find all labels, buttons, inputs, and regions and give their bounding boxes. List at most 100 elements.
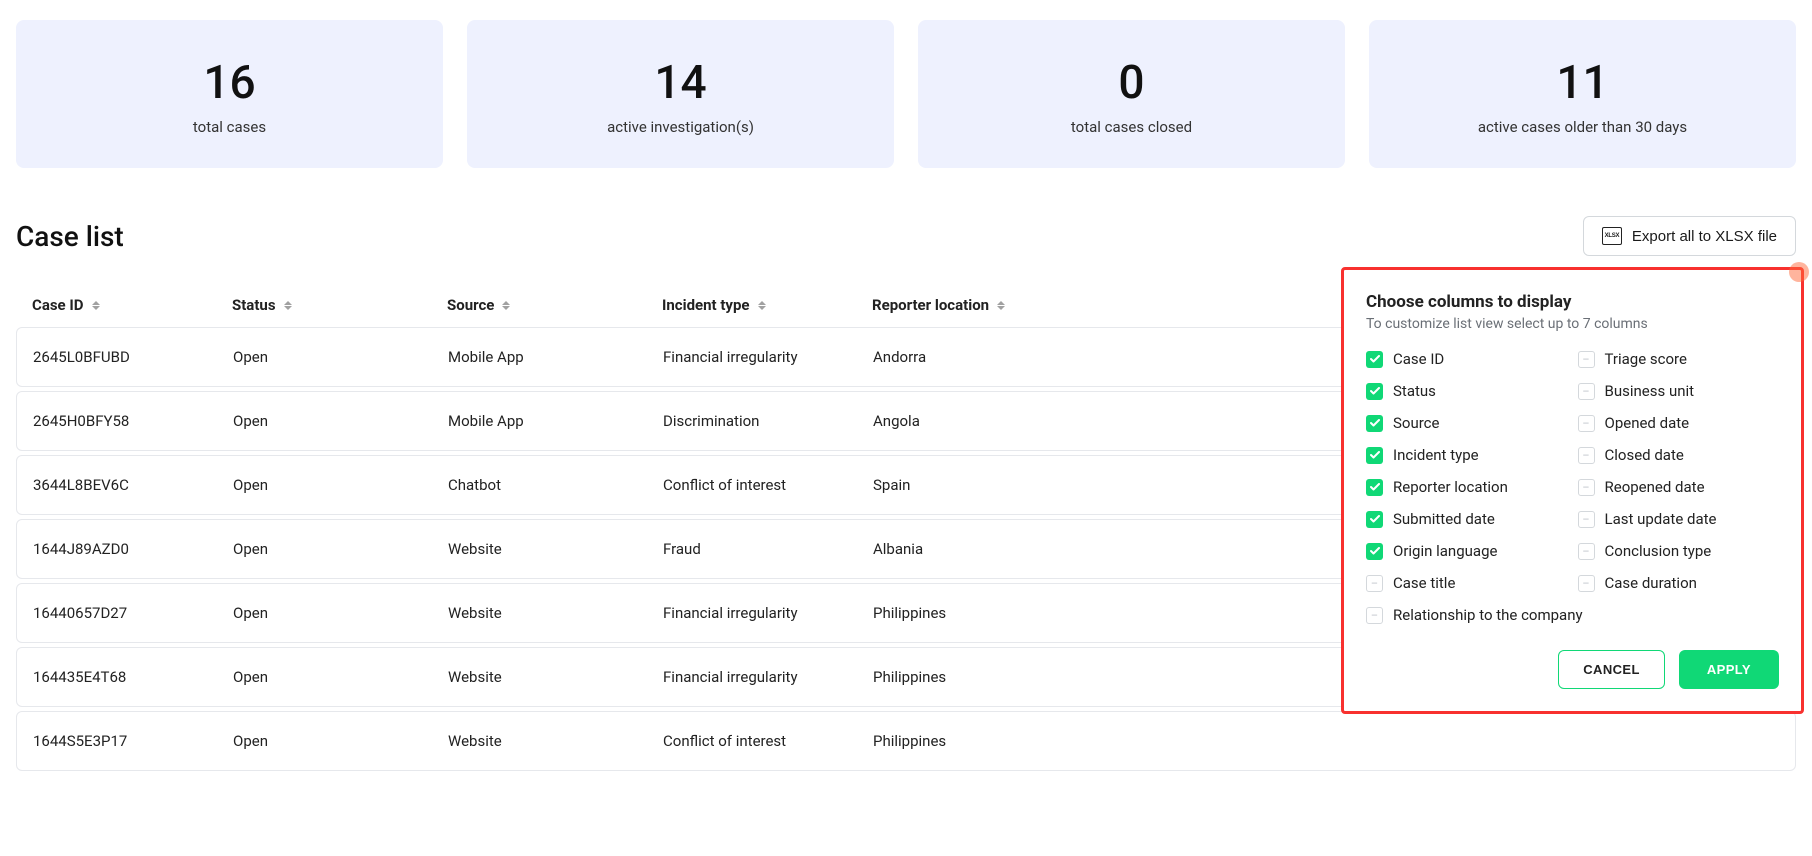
- popup-title: Choose columns to display: [1366, 292, 1779, 312]
- checkbox-unchecked-icon: –: [1578, 511, 1595, 528]
- column-label: Incident type: [662, 296, 750, 314]
- stats-row: 16 total cases 14 active investigation(s…: [16, 20, 1796, 168]
- sort-icon: [284, 301, 292, 310]
- apply-button[interactable]: APPLY: [1679, 650, 1779, 689]
- column-header-incident-type[interactable]: Incident type: [662, 296, 872, 314]
- cell-source: Website: [448, 732, 663, 750]
- stat-label: total cases: [36, 118, 423, 136]
- table-row[interactable]: 1644S5E3P17OpenWebsiteConflict of intere…: [16, 711, 1796, 771]
- column-option[interactable]: –Case title: [1366, 574, 1568, 592]
- column-option[interactable]: –Triage score: [1578, 350, 1780, 368]
- export-xlsx-button[interactable]: XLSX Export all to XLSX file: [1583, 216, 1796, 256]
- cell-reporter-location: Philippines: [873, 668, 1108, 686]
- checkbox-unchecked-icon: –: [1366, 607, 1383, 624]
- cell-reporter-location: Albania: [873, 540, 1108, 558]
- column-option[interactable]: –Reopened date: [1578, 478, 1780, 496]
- column-option[interactable]: –Closed date: [1578, 446, 1780, 464]
- sort-icon: [997, 301, 1005, 310]
- option-label: Origin language: [1393, 542, 1497, 560]
- cell-source: Website: [448, 604, 663, 622]
- option-label: Triage score: [1605, 350, 1687, 368]
- option-label: Closed date: [1605, 446, 1684, 464]
- option-label: Conclusion type: [1605, 542, 1712, 560]
- cell-source: Website: [448, 668, 663, 686]
- option-label: Status: [1393, 382, 1436, 400]
- column-option[interactable]: Case ID: [1366, 350, 1568, 368]
- cell-case-id: 164435E4T68: [33, 668, 233, 686]
- option-label: Last update date: [1605, 510, 1717, 528]
- stat-card-older-30: 11 active cases older than 30 days: [1369, 20, 1796, 168]
- stat-card-closed: 0 total cases closed: [918, 20, 1345, 168]
- cell-incident-type: Financial irregularity: [663, 348, 873, 366]
- option-label: Relationship to the company: [1393, 606, 1583, 624]
- cell-source: Chatbot: [448, 476, 663, 494]
- column-option[interactable]: Incident type: [1366, 446, 1568, 464]
- page-title: Case list: [16, 220, 124, 253]
- cell-case-id: 1644J89AZD0: [33, 540, 233, 558]
- cell-incident-type: Conflict of interest: [663, 732, 873, 750]
- cell-source: Website: [448, 540, 663, 558]
- column-option[interactable]: –Last update date: [1578, 510, 1780, 528]
- annotation-dot: [1787, 260, 1811, 284]
- cell-reporter-location: Philippines: [873, 732, 1108, 750]
- checkbox-checked-icon: [1366, 543, 1383, 560]
- stat-value: 0: [938, 56, 1325, 110]
- column-header-status[interactable]: Status: [232, 296, 447, 314]
- stat-label: total cases closed: [938, 118, 1325, 136]
- column-option[interactable]: Reporter location: [1366, 478, 1568, 496]
- column-header-case-id[interactable]: Case ID: [32, 296, 232, 314]
- cell-incident-type: Discrimination: [663, 412, 873, 430]
- cell-source: Mobile App: [448, 348, 663, 366]
- sort-icon: [92, 301, 100, 310]
- checkbox-unchecked-icon: –: [1366, 575, 1383, 592]
- cell-source: Mobile App: [448, 412, 663, 430]
- checkbox-checked-icon: [1366, 351, 1383, 368]
- column-option[interactable]: Status: [1366, 382, 1568, 400]
- cell-incident-type: Financial irregularity: [663, 604, 873, 622]
- option-label: Submitted date: [1393, 510, 1495, 528]
- column-option[interactable]: –Case duration: [1578, 574, 1780, 592]
- cell-status: Open: [233, 732, 448, 750]
- column-options: Case ID–Triage scoreStatus–Business unit…: [1366, 350, 1779, 624]
- popup-actions: CANCEL APPLY: [1366, 650, 1779, 689]
- stat-value: 11: [1389, 56, 1776, 110]
- option-label: Incident type: [1393, 446, 1479, 464]
- cancel-button[interactable]: CANCEL: [1558, 650, 1665, 689]
- option-label: Business unit: [1605, 382, 1695, 400]
- header-row: Case list XLSX Export all to XLSX file: [16, 216, 1796, 256]
- option-label: Source: [1393, 414, 1439, 432]
- cell-reporter-location: Spain: [873, 476, 1108, 494]
- cell-reporter-location: Philippines: [873, 604, 1108, 622]
- cell-case-id: 2645H0BFY58: [33, 412, 233, 430]
- cell-status: Open: [233, 348, 448, 366]
- cell-status: Open: [233, 540, 448, 558]
- sort-icon: [502, 301, 510, 310]
- column-option[interactable]: –Opened date: [1578, 414, 1780, 432]
- column-label: Reporter location: [872, 296, 989, 314]
- cell-reporter-location: Angola: [873, 412, 1108, 430]
- checkbox-unchecked-icon: –: [1578, 543, 1595, 560]
- checkbox-checked-icon: [1366, 479, 1383, 496]
- checkbox-checked-icon: [1366, 447, 1383, 464]
- column-header-reporter-location[interactable]: Reporter location: [872, 296, 1107, 314]
- stat-card-active-investigations: 14 active investigation(s): [467, 20, 894, 168]
- column-header-source[interactable]: Source: [447, 296, 662, 314]
- checkbox-unchecked-icon: –: [1578, 383, 1595, 400]
- column-option[interactable]: Origin language: [1366, 542, 1568, 560]
- column-option[interactable]: Submitted date: [1366, 510, 1568, 528]
- cell-case-id: 16440657D27: [33, 604, 233, 622]
- column-option[interactable]: –Relationship to the company: [1366, 606, 1779, 624]
- option-label: Case duration: [1605, 574, 1697, 592]
- column-option[interactable]: –Business unit: [1578, 382, 1780, 400]
- sort-icon: [758, 301, 766, 310]
- cell-status: Open: [233, 476, 448, 494]
- checkbox-unchecked-icon: –: [1578, 447, 1595, 464]
- stat-card-total-cases: 16 total cases: [16, 20, 443, 168]
- column-label: Source: [447, 296, 494, 314]
- checkbox-unchecked-icon: –: [1578, 479, 1595, 496]
- cell-incident-type: Fraud: [663, 540, 873, 558]
- option-label: Case ID: [1393, 350, 1444, 368]
- column-option[interactable]: Source: [1366, 414, 1568, 432]
- column-option[interactable]: –Conclusion type: [1578, 542, 1780, 560]
- stat-value: 14: [487, 56, 874, 110]
